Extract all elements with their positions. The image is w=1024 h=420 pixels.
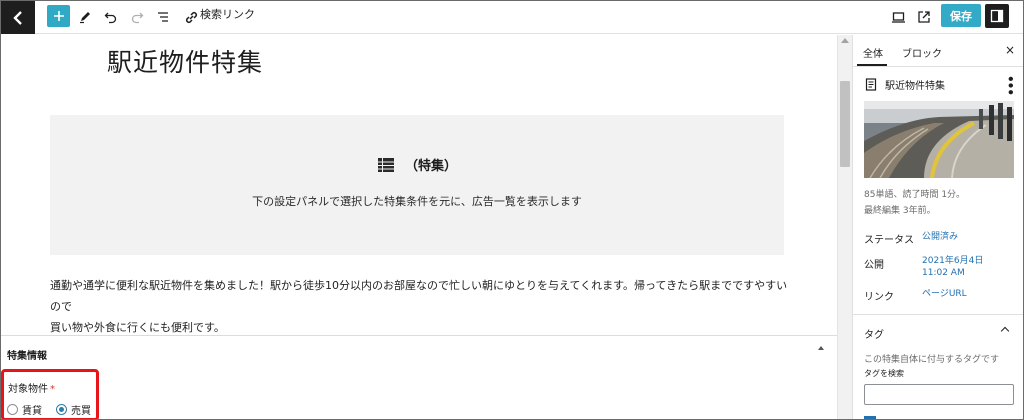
plus-icon [53, 11, 64, 21]
feature-list-block[interactable]: （特集） 下の設定パネルで選択した特集条件を元に、広告一覧を表示します [50, 115, 784, 255]
tag-checkbox[interactable] [864, 416, 876, 419]
feature-block-description: 下の設定パネルで選択した特集条件を元に、広告一覧を表示します [252, 195, 582, 208]
sidebar-panel-icon [990, 9, 1004, 23]
tags-help-text: この特集自体に付与するタグです [864, 355, 1000, 365]
status-value[interactable]: 公開済み [922, 231, 958, 243]
add-block-button[interactable] [47, 5, 70, 27]
featured-image[interactable] [864, 101, 1014, 178]
list-view-icon [158, 12, 168, 22]
publish-time: 11:02 AM [922, 268, 965, 278]
intro-paragraph[interactable]: 通勤や通学に便利な駅近物件を集めました！駅から徒歩10分以内のお部屋なので忙しい… [50, 275, 790, 338]
publish-label: 公開 [864, 260, 884, 271]
undo-icon [104, 12, 117, 24]
page-url-link[interactable]: ページURL [922, 288, 967, 300]
document-title: 駅近物件特集 [885, 81, 945, 92]
redo-icon [131, 12, 144, 24]
editor-window: 検索リンク 保存 駅近物件特集 （特集） 下の設定パネルで選択した特集条件を元に… [0, 0, 1024, 420]
chevron-left-icon [13, 10, 22, 25]
paragraph-line-1: 通勤や通学に便利な駅近物件を集めました！駅から徒歩10分以内のお部屋なので忙しい… [50, 279, 788, 313]
table-list-icon [377, 157, 394, 172]
preview-button[interactable] [888, 7, 908, 27]
tab-block[interactable]: ブロック [902, 45, 942, 60]
link-icon [185, 11, 197, 23]
back-button[interactable] [1, 1, 35, 34]
feature-info-metabox: 特集情報 対象物件 * 賃貸 売買 [1, 335, 837, 419]
post-title[interactable]: 駅近物件特集 [107, 43, 263, 79]
metabox-title: 特集情報 [7, 351, 47, 362]
status-label: ステータス [864, 235, 914, 246]
top-toolbar: 検索リンク 保存 [1, 1, 1023, 34]
laptop-icon [891, 11, 905, 23]
chevron-up-icon[interactable] [1000, 326, 1010, 336]
post-meta-info: 85単語、読了時間 1分。 最終編集 3年前。 [864, 187, 965, 219]
editor-canvas: 駅近物件特集 （特集） 下の設定パネルで選択した特集条件を元に、広告一覧を表示し… [1, 35, 837, 335]
settings-toggle-button[interactable] [985, 4, 1009, 28]
active-tab-indicator [857, 64, 887, 66]
tab-document[interactable]: 全体 [863, 45, 883, 60]
close-icon[interactable]: × [1005, 43, 1015, 57]
editor-scrollbar[interactable] [837, 35, 852, 419]
redo-button[interactable] [127, 7, 147, 27]
word-count: 85単語、読了時間 1分。 [864, 190, 966, 200]
tags-search-label: タグを検索 [864, 369, 904, 378]
link-label: リンク [864, 292, 894, 303]
list-view-button[interactable] [153, 7, 173, 27]
collapse-up-icon[interactable] [818, 346, 824, 350]
tags-search-input[interactable] [864, 384, 1014, 405]
sidebar-tabs: 全体 ブロック × [853, 35, 1023, 67]
red-highlight-annotation [1, 369, 99, 419]
save-button[interactable]: 保存 [941, 4, 981, 27]
page-icon [865, 78, 877, 91]
view-post-button[interactable] [914, 7, 934, 27]
search-link-button[interactable] [181, 7, 201, 27]
tags-panel-title[interactable]: タグ [864, 326, 884, 341]
settings-sidebar: 全体 ブロック × 駅近物件特集 ••• 85単語、読了時間 1分。 最終編集 … [852, 35, 1023, 419]
more-options-icon[interactable]: ••• [1003, 75, 1017, 95]
undo-button[interactable] [101, 7, 121, 27]
scroll-thumb[interactable] [840, 81, 850, 167]
sidebar-divider [853, 314, 1023, 315]
last-edited: 最終編集 3年前。 [864, 206, 936, 216]
publish-date: 2021年6月4日 [922, 256, 984, 266]
station-platform-image [864, 101, 1014, 178]
feature-block-heading: （特集） [50, 155, 784, 174]
external-link-icon [918, 11, 930, 23]
scroll-up-arrow-icon[interactable] [841, 38, 849, 43]
search-link-label[interactable]: 検索リンク [200, 7, 255, 23]
document-summary: 駅近物件特集 [865, 77, 945, 92]
pencil-icon [80, 12, 90, 24]
edit-tool-button[interactable] [75, 7, 95, 27]
feature-block-title: （特集） [404, 159, 457, 174]
publish-date-value[interactable]: 2021年6月4日 11:02 AM [922, 255, 983, 279]
